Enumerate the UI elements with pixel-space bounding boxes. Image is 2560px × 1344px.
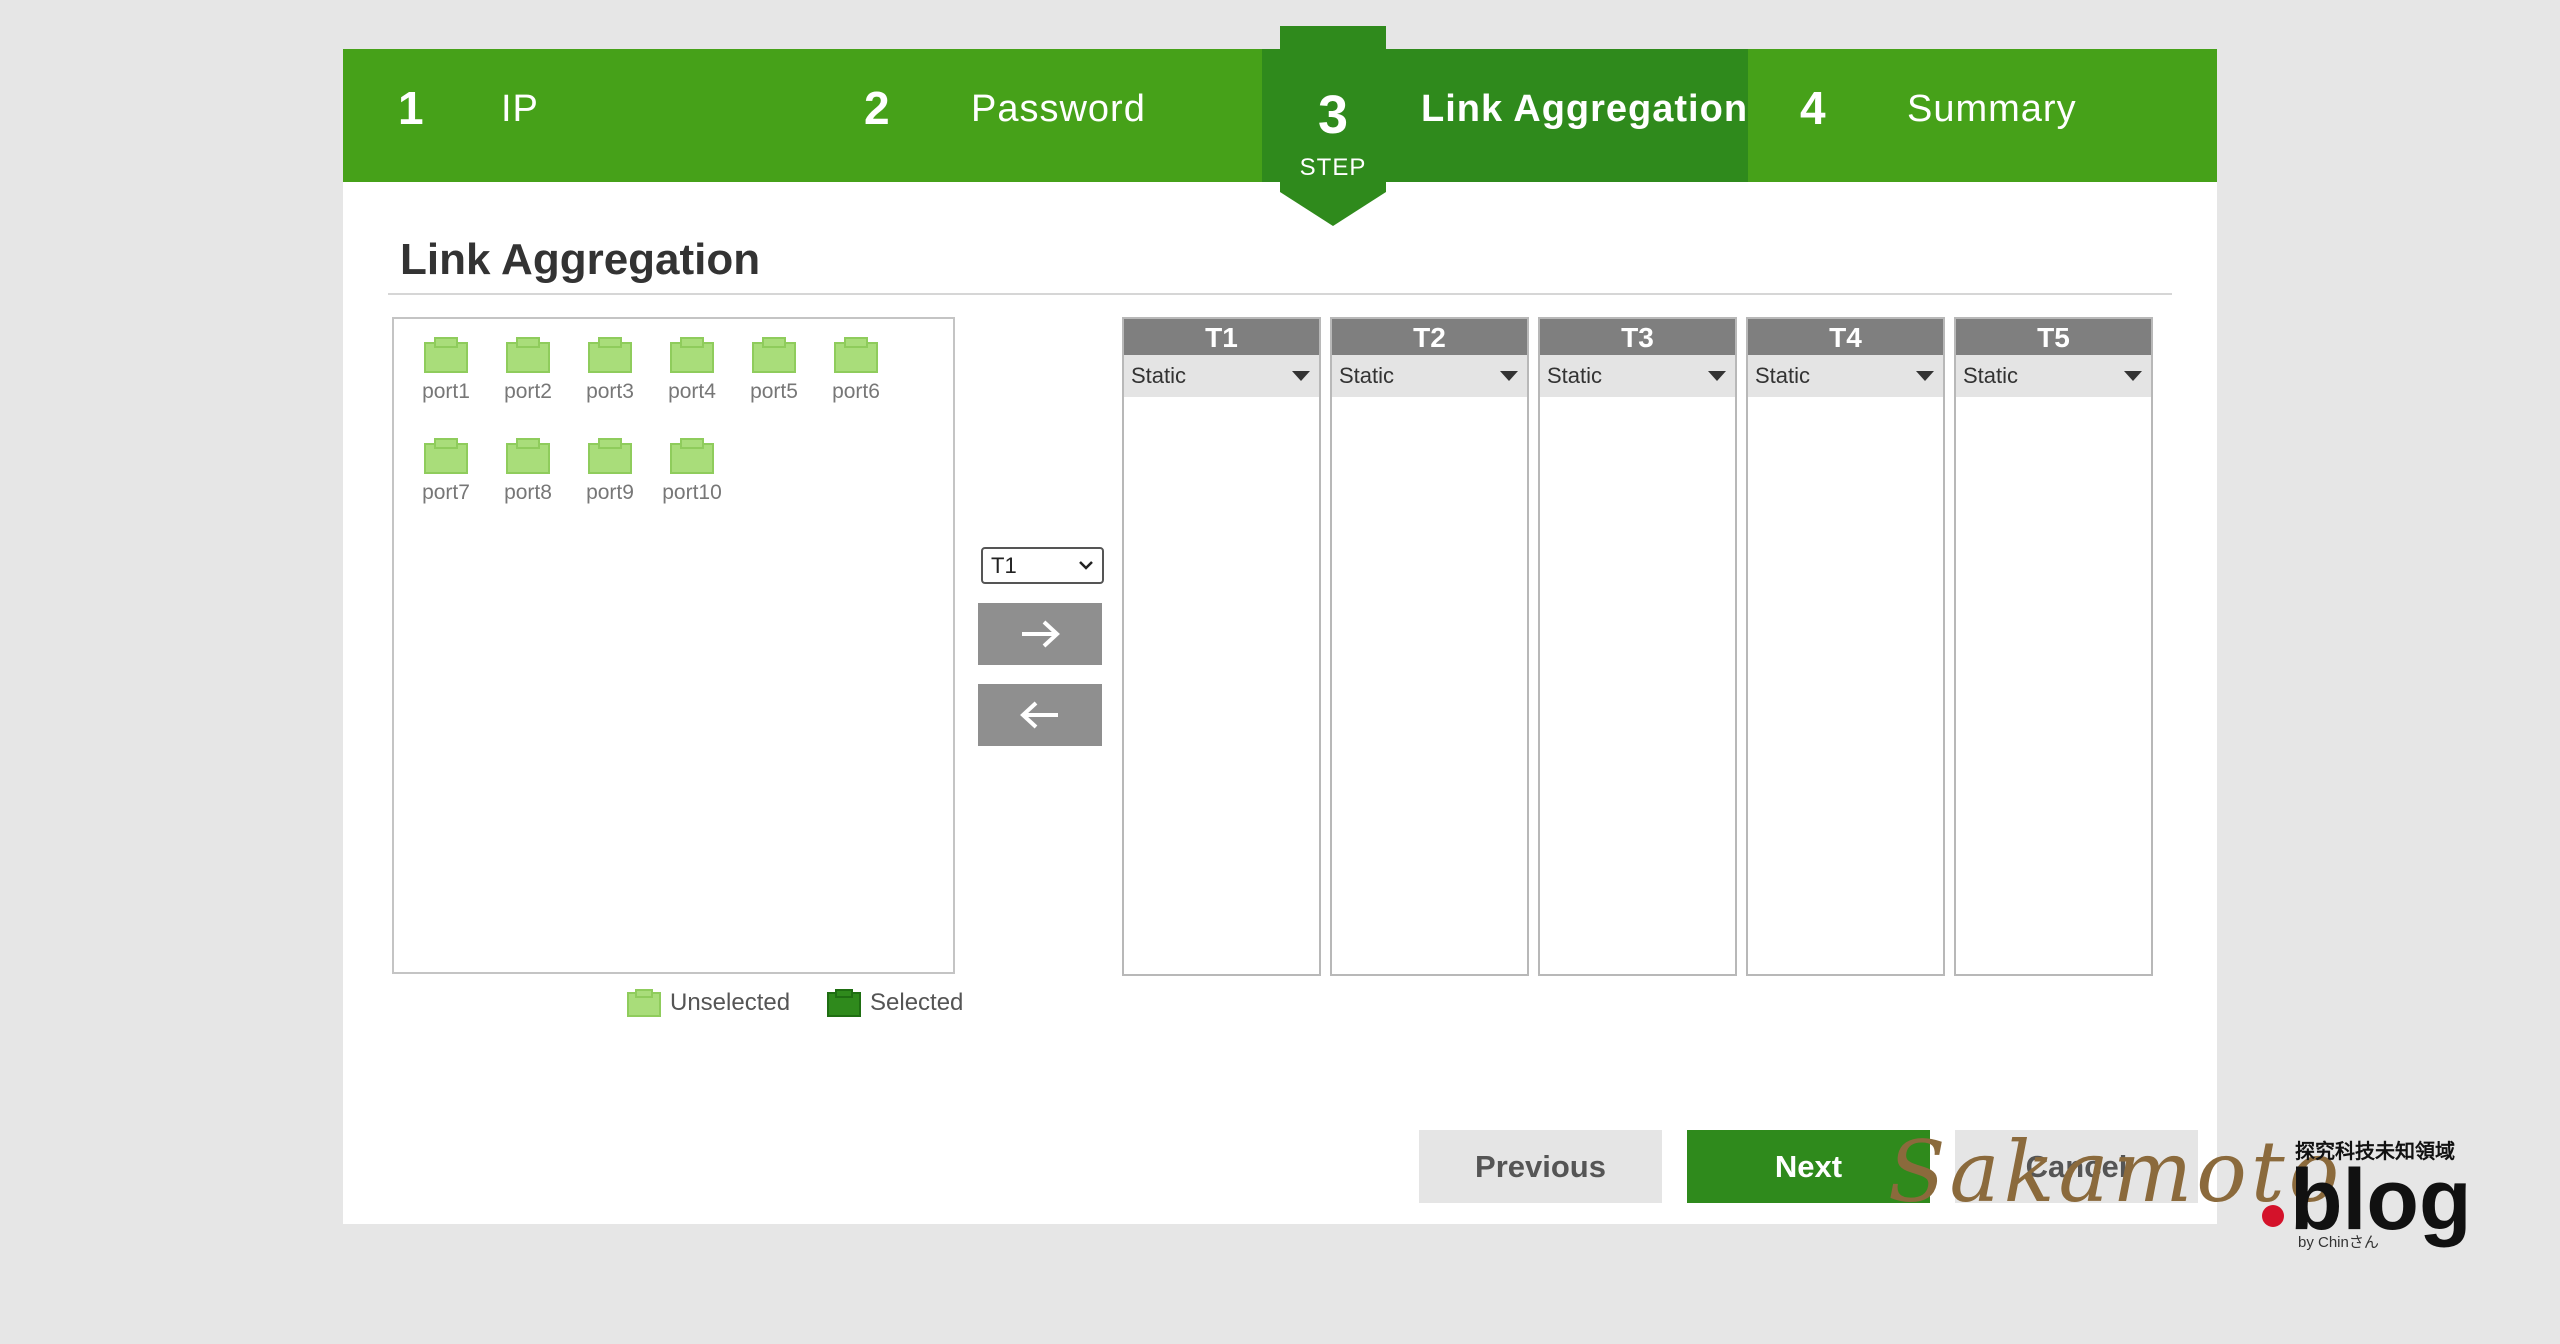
- trunk-group-t3: T3 Static: [1538, 317, 1737, 976]
- trunk-mode-select[interactable]: Static: [1748, 355, 1943, 397]
- unselected-port-icon: [627, 989, 661, 1017]
- ethernet-port-icon: [506, 337, 550, 373]
- trunk-group-t4: T4 Static: [1746, 317, 1945, 976]
- trunk-header: T4: [1748, 319, 1943, 355]
- selected-port-icon: [827, 989, 861, 1017]
- port-item[interactable]: port8: [488, 428, 568, 508]
- port-label: port1: [422, 380, 470, 403]
- trunk-mode-value: Static: [1131, 363, 1187, 388]
- step-3-label: Link Aggregation: [1421, 88, 1749, 130]
- step-3-number: 3: [1317, 85, 1349, 145]
- port-label: port6: [832, 380, 880, 403]
- move-left-button[interactable]: [978, 684, 1102, 746]
- step-4-number: 4: [1800, 82, 1826, 134]
- ethernet-port-icon: [506, 438, 550, 474]
- step-4-label: Summary: [1907, 88, 2077, 130]
- trunk-group-t2: T2 Static: [1330, 317, 1529, 976]
- port-label: port8: [504, 481, 552, 504]
- trunk-mode-select[interactable]: Static: [1332, 355, 1527, 397]
- caret-down-icon: [1292, 371, 1310, 381]
- page-title: Link Aggregation: [400, 235, 761, 284]
- divider: [388, 293, 2172, 295]
- port-item[interactable]: port2: [488, 327, 568, 407]
- trunk-header: T3: [1540, 319, 1735, 355]
- legend-unselected-label: Unselected: [670, 989, 791, 1016]
- step-2-number: 2: [864, 82, 890, 134]
- port-label: port4: [668, 380, 716, 403]
- ethernet-port-icon: [670, 337, 714, 373]
- port-pool: port1 port2 port3 port4 port5 port6 port…: [392, 317, 955, 974]
- caret-down-icon: [1916, 371, 1934, 381]
- ethernet-port-icon: [424, 438, 468, 474]
- trunk-header: T2: [1332, 319, 1527, 355]
- step-1-number: 1: [398, 82, 424, 134]
- watermark-byline: by Chinさん: [2298, 1234, 2379, 1251]
- previous-button[interactable]: Previous: [1419, 1130, 1662, 1203]
- trunk-mode-value: Static: [1963, 363, 2019, 388]
- port-label: port3: [586, 380, 634, 403]
- trunk-mode-select[interactable]: Static: [1124, 355, 1319, 397]
- port-item[interactable]: port4: [652, 327, 732, 407]
- trunk-header: T5: [1956, 319, 2151, 355]
- port-item[interactable]: port3: [570, 327, 650, 407]
- port-label: port9: [586, 481, 634, 504]
- trunk-group-t1: T1 Static: [1122, 317, 1321, 976]
- arrow-right-icon: [1022, 620, 1060, 648]
- trunk-header: T1: [1124, 319, 1319, 355]
- step-badge-text: STEP: [1299, 154, 1367, 181]
- move-right-button[interactable]: [978, 603, 1102, 665]
- step-1-label: IP: [501, 88, 539, 130]
- port-label: port10: [662, 481, 722, 504]
- ethernet-port-icon: [752, 337, 796, 373]
- trunk-mode-value: Static: [1755, 363, 1811, 388]
- port-item[interactable]: port10: [652, 428, 732, 508]
- trunk-select-value: T1: [991, 553, 1017, 578]
- port-label: port2: [504, 380, 552, 403]
- trunk-mode-select[interactable]: Static: [1540, 355, 1735, 397]
- port-item[interactable]: port1: [406, 327, 486, 407]
- arrow-left-icon: [1020, 701, 1058, 729]
- port-item[interactable]: port7: [406, 428, 486, 508]
- trunk-mode-select[interactable]: Static: [1956, 355, 2151, 397]
- caret-down-icon: [2124, 371, 2142, 381]
- trunk-group-t5: T5 Static: [1954, 317, 2153, 976]
- ethernet-port-icon: [424, 337, 468, 373]
- legend-selected-label: Selected: [870, 989, 964, 1016]
- port-item[interactable]: port9: [570, 428, 650, 508]
- ethernet-port-icon: [588, 337, 632, 373]
- ethernet-port-icon: [670, 438, 714, 474]
- step-2-label: Password: [971, 88, 1146, 130]
- ethernet-port-icon: [588, 438, 632, 474]
- chevron-down-icon: [1079, 561, 1093, 570]
- port-item[interactable]: port5: [734, 327, 814, 407]
- trunk-select[interactable]: T1: [981, 547, 1104, 584]
- trunk-mode-value: Static: [1547, 363, 1603, 388]
- trunk-mode-value: Static: [1339, 363, 1395, 388]
- port-item[interactable]: port6: [816, 327, 896, 407]
- port-label: port5: [750, 380, 798, 403]
- watermark-dot: [2262, 1205, 2284, 1227]
- port-label: port7: [422, 481, 470, 504]
- caret-down-icon: [1500, 371, 1518, 381]
- caret-down-icon: [1708, 371, 1726, 381]
- ethernet-port-icon: [834, 337, 878, 373]
